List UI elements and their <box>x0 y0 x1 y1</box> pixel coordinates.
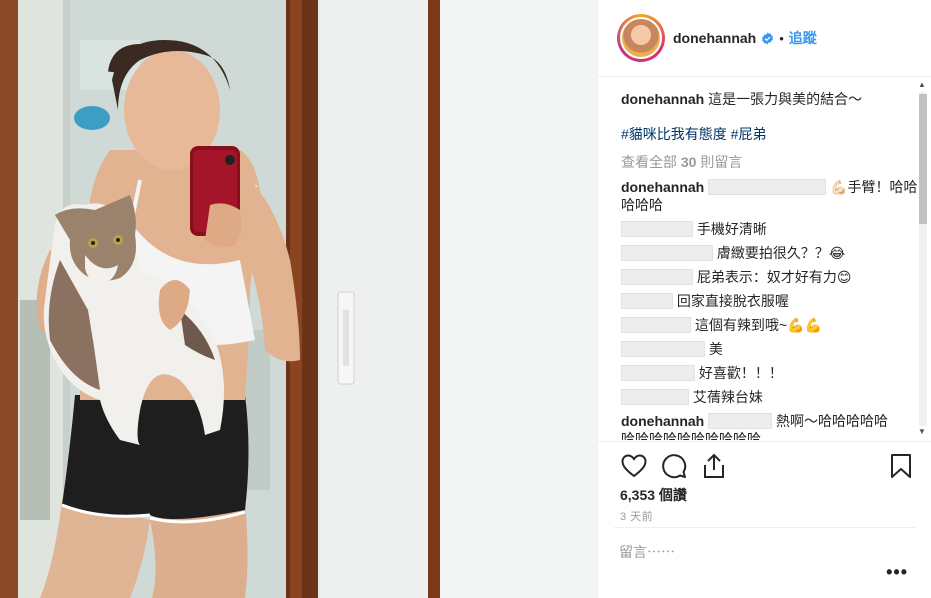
view-all-count: 30 <box>680 154 697 170</box>
avatar[interactable] <box>620 17 662 59</box>
comment-item: 這個有辣到哦~💪💪 <box>621 316 918 334</box>
comment-item: donehannah 熱啊～哈哈哈哈哈 哈哈哈哈哈哈哈哈哈哈 <box>621 412 918 440</box>
like-count[interactable]: 6,353 個讚 <box>620 485 687 505</box>
comment-item: 艾蒨辣台妹 <box>621 388 918 406</box>
comment-username[interactable]: donehannah <box>621 179 704 195</box>
comment-item: 美 <box>621 340 918 358</box>
comment-text: 手機好清晰 <box>696 221 767 237</box>
redacted-username <box>621 245 713 261</box>
comment-text: 屁弟表示：奴才好有力😊 <box>696 269 852 285</box>
comment-username[interactable]: donehannah <box>621 413 704 429</box>
redacted-username <box>621 293 673 309</box>
view-all-prefix: 查看全部 <box>621 154 677 170</box>
post-photo[interactable] <box>0 0 597 598</box>
comment-text-continued: 哈哈哈 <box>621 197 663 213</box>
share-icon[interactable] <box>700 452 728 480</box>
comment-item: 膚緻要拍很久？？😂 <box>621 244 918 262</box>
post-header: donehannah • 追蹤 <box>598 0 931 77</box>
caption: donehannah 這是一張力與美的結合～ <box>621 90 918 108</box>
comment-text: 💪🏻手臂！哈哈 <box>830 179 918 195</box>
comment-item: 屁弟表示：奴才好有力😊 <box>621 268 918 286</box>
comment-form: ••• <box>614 527 916 598</box>
instagram-post: donehannah • 追蹤 donehannah 這是一張力與美的結合～ #… <box>0 0 931 598</box>
caption-username[interactable]: donehannah <box>621 91 704 107</box>
comment-text: 這個有辣到哦~💪💪 <box>694 317 822 333</box>
more-options-icon[interactable]: ••• <box>886 562 908 583</box>
scroll-up-arrow-icon[interactable]: ▲ <box>918 80 926 90</box>
comments-scrollbar[interactable]: ▲ ▼ <box>917 80 929 438</box>
header-separator: • <box>779 30 784 46</box>
redacted-mention <box>708 179 827 195</box>
redacted-username <box>621 317 691 333</box>
comment-item: 好喜歡！！！ <box>621 364 918 382</box>
comment-input[interactable] <box>619 544 869 560</box>
mirror-selfie-image <box>0 0 597 598</box>
redacted-username <box>621 365 695 381</box>
comment-item: 回家直接脫衣服喔 <box>621 292 918 310</box>
scroll-down-arrow-icon[interactable]: ▼ <box>918 427 926 437</box>
verified-badge-icon <box>761 32 774 45</box>
comment-item: 手機好清晰 <box>621 220 918 238</box>
comment-text: 好喜歡！！！ <box>698 365 783 381</box>
comments-list[interactable]: donehannah 這是一張力與美的結合～ #貓咪比我有態度 #屁弟 查看全部… <box>598 78 918 440</box>
redacted-username <box>621 389 689 405</box>
heart-icon[interactable] <box>620 452 648 480</box>
view-all-suffix: 則留言 <box>700 154 743 170</box>
comment-item: donehannah 💪🏻手臂！哈哈 哈哈哈 <box>621 178 918 214</box>
comment-text: 艾蒨辣台妹 <box>692 389 763 405</box>
header-username[interactable]: donehannah <box>673 30 756 46</box>
comment-text: 回家直接脫衣服喔 <box>676 293 789 309</box>
scrollbar-thumb[interactable] <box>919 94 927 224</box>
view-all-comments-link[interactable]: 查看全部 30 則留言 <box>621 152 918 172</box>
redacted-username <box>621 269 693 285</box>
caption-hashtags[interactable]: #貓咪比我有態度 #屁弟 <box>621 124 918 144</box>
follow-button[interactable]: 追蹤 <box>789 28 817 48</box>
redacted-username <box>621 221 693 237</box>
avatar-story-ring[interactable] <box>617 14 665 62</box>
redacted-mention <box>708 413 773 429</box>
post-timestamp[interactable]: 3 天前 <box>620 508 653 524</box>
comment-text: 美 <box>708 341 723 357</box>
action-bar <box>598 441 931 481</box>
comment-text-continued: 哈哈哈哈哈哈哈哈哈哈 <box>621 431 761 440</box>
comment-text: 膚緻要拍很久？？😂 <box>716 245 846 261</box>
comment-icon[interactable] <box>660 452 688 480</box>
redacted-username <box>621 341 705 357</box>
caption-text: 這是一張力與美的結合～ <box>708 91 863 107</box>
bookmark-icon[interactable] <box>887 452 915 480</box>
post-sidebar: donehannah • 追蹤 donehannah 這是一張力與美的結合～ #… <box>597 0 931 598</box>
comment-text: 熱啊～哈哈哈哈哈 <box>776 413 889 429</box>
